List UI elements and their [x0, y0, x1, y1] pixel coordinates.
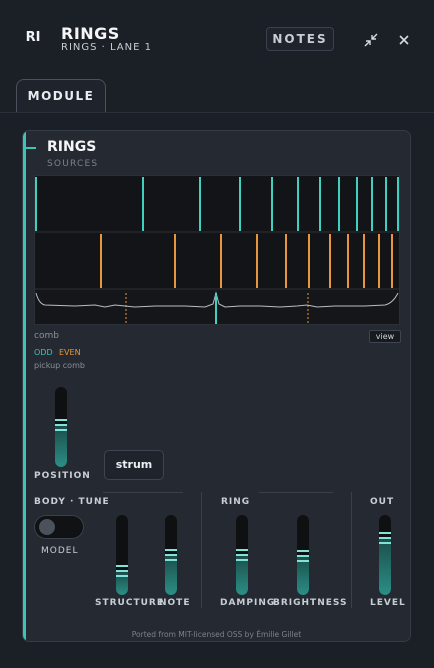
legend-odd: ODD [34, 348, 53, 357]
card-accent-tick [26, 147, 36, 149]
footer-credit: Ported from MIT-licensed OSS by Émilie G… [131, 630, 302, 639]
section-out-divider [351, 492, 352, 608]
model-toggle-knob [39, 519, 55, 535]
damping-slider[interactable] [236, 515, 248, 595]
module-section-label: SOURCES [47, 159, 99, 169]
damping-label: DAMPING [220, 598, 276, 608]
model-toggle[interactable] [34, 515, 84, 539]
collapse-button[interactable] [360, 29, 382, 51]
damping-slider-thumb[interactable] [236, 548, 248, 562]
structure-label: STRUCTURE [95, 598, 164, 608]
tab-module[interactable]: MODULE [16, 79, 106, 112]
section-body-tune-title: BODY · TUNE [34, 497, 110, 507]
position-slider-thumb[interactable] [55, 419, 67, 432]
brightness-label: BRIGHTNESS [273, 598, 348, 608]
level-slider-fill [379, 538, 391, 595]
module-title: RINGS [47, 139, 97, 155]
viz-label: comb [34, 331, 59, 341]
structure-slider[interactable] [116, 515, 128, 595]
tab-divider [0, 112, 434, 113]
brightness-slider[interactable] [297, 515, 309, 595]
section-out-title: OUT [370, 497, 395, 507]
page-title: RINGS [61, 24, 120, 43]
section-ring-rule [259, 492, 333, 493]
comb-visualizer [34, 175, 400, 325]
card-accent-bar [23, 131, 26, 641]
collapse-icon [364, 33, 378, 47]
note-slider-thumb[interactable] [165, 548, 177, 562]
legend-even: EVEN [59, 348, 81, 357]
page-subtitle: RINGS · LANE 1 [61, 42, 152, 53]
section-body-tune-rule [103, 492, 183, 493]
app-logo: RI [25, 30, 41, 45]
level-slider[interactable] [379, 515, 391, 595]
level-slider-thumb[interactable] [379, 531, 391, 545]
position-slider[interactable] [55, 387, 67, 467]
view-button[interactable]: view [369, 330, 401, 343]
strum-button[interactable]: strum [104, 450, 164, 480]
pickup-label: pickup comb [34, 361, 85, 370]
level-label: LEVEL [370, 598, 406, 608]
structure-slider-thumb[interactable] [116, 565, 128, 578]
notes-button[interactable]: NOTES [266, 27, 334, 51]
note-slider[interactable] [165, 515, 177, 595]
section-ring-divider [201, 492, 202, 608]
module-card: RINGS SOURCES comb view ODD EVEN pickup … [22, 130, 411, 642]
note-label: NOTE [159, 598, 191, 608]
close-button[interactable] [393, 29, 415, 51]
close-icon [399, 35, 409, 45]
section-ring-title: RING [221, 497, 251, 507]
position-label: POSITION [34, 471, 91, 481]
model-label: MODEL [41, 546, 79, 556]
brightness-slider-thumb[interactable] [297, 549, 309, 563]
